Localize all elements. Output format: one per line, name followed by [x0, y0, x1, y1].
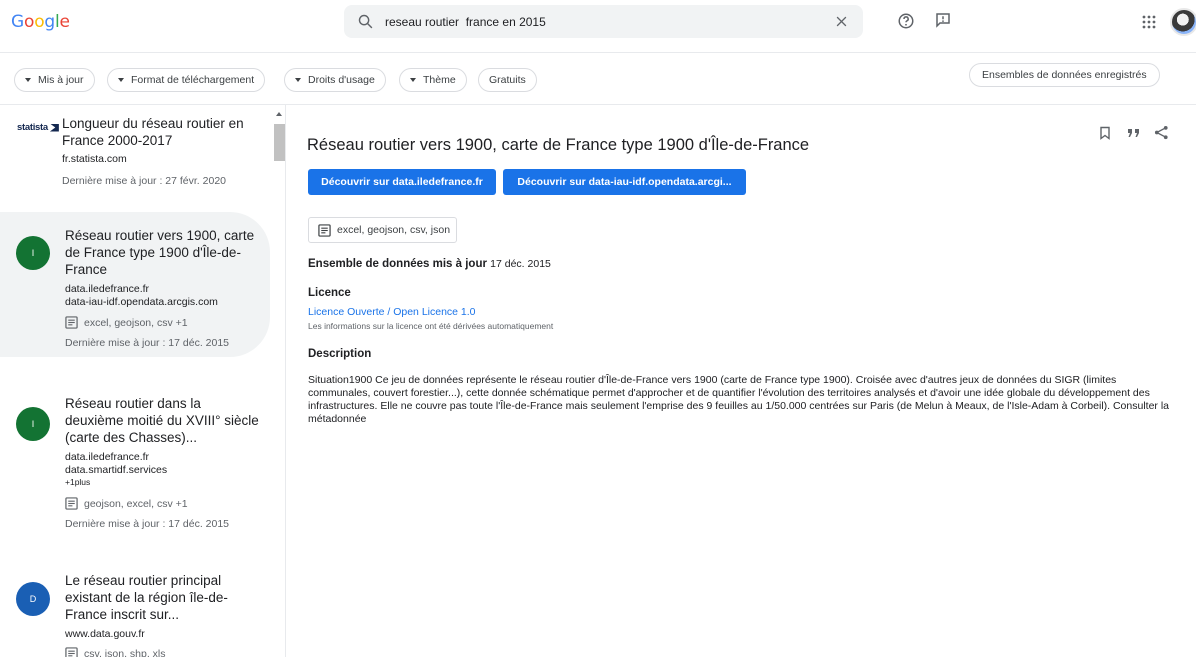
- result-title-line: Longueur du réseau routier en: [62, 116, 244, 131]
- google-logo[interactable]: Google: [11, 12, 70, 32]
- scroll-up-arrow-icon[interactable]: [276, 112, 282, 116]
- result-title: Le réseau routier principal existant de …: [65, 572, 228, 623]
- result-source: fr.statista.com: [62, 153, 127, 165]
- result-title-line: France inscrit sur...: [65, 607, 180, 622]
- avatar[interactable]: [1170, 8, 1196, 36]
- result-item[interactable]: statista Longueur du réseau routier en F…: [0, 105, 270, 209]
- logo-letter: g: [44, 12, 55, 32]
- cite-quote-icon[interactable]: [1127, 127, 1141, 139]
- bookmark-icon[interactable]: [1098, 126, 1112, 140]
- result-title-line: de France type 1900 d'Île-de-: [65, 245, 241, 260]
- result-source: www.data.gouv.fr: [65, 628, 145, 640]
- chip-label: Mis à jour: [38, 74, 84, 86]
- result-formats-text: excel, geojson, csv +1: [84, 316, 188, 329]
- result-title: Réseau routier dans la deuxième moitié d…: [65, 395, 259, 446]
- updated-section: Ensemble de données mis à jour 17 déc. 2…: [308, 258, 551, 270]
- search-box[interactable]: [344, 5, 863, 38]
- result-formats-text: geojson, excel, csv +1: [84, 497, 188, 510]
- caret-down-icon: [410, 78, 416, 82]
- chip-label: Droits d'usage: [308, 74, 375, 86]
- close-icon[interactable]: [834, 14, 849, 29]
- feedback-icon[interactable]: [934, 11, 952, 29]
- description-heading: Description: [308, 348, 372, 360]
- apps-grid-icon[interactable]: [1142, 15, 1156, 29]
- licence-link[interactable]: Licence Ouverte / Open Licence 1.0: [308, 306, 476, 318]
- result-formats: excel, geojson, csv +1: [65, 316, 188, 329]
- saved-datasets-button[interactable]: Ensembles de données enregistrés: [969, 63, 1160, 87]
- chip-label: Thème: [423, 74, 456, 86]
- formats-box: excel, geojson, csv, json: [308, 217, 457, 243]
- chip-label: Gratuits: [489, 74, 526, 86]
- document-icon: [65, 647, 78, 657]
- saved-datasets-label: Ensembles de données enregistrés: [982, 69, 1147, 81]
- filter-chip-free[interactable]: Gratuits: [478, 68, 537, 92]
- result-title: Réseau routier vers 1900, carte de Franc…: [65, 227, 254, 278]
- scroll-thumb[interactable]: [274, 124, 285, 161]
- logo-letter: G: [11, 12, 24, 32]
- discover-arcgis-button[interactable]: Découvrir sur data-iau-idf.opendata.arcg…: [503, 169, 746, 195]
- statista-logo-text: statista: [17, 122, 48, 133]
- result-source: data.iledefrance.fr: [65, 451, 150, 463]
- result-source: data.smartidf.services: [65, 464, 168, 476]
- search-input[interactable]: [385, 5, 815, 38]
- result-more-sources: +1plus: [65, 477, 91, 487]
- logo-letter: o: [23, 12, 35, 32]
- filter-chip-rights[interactable]: Droits d'usage: [284, 68, 386, 92]
- caret-down-icon: [25, 78, 31, 82]
- source-badge: I: [16, 407, 50, 441]
- logo-letter: o: [34, 12, 45, 32]
- formats-text: excel, geojson, csv, json: [337, 224, 451, 236]
- result-title-line: (carte des Chasses)...: [65, 430, 198, 445]
- results-scrollbar[interactable]: [274, 108, 285, 657]
- filter-chip-theme[interactable]: Thème: [399, 68, 467, 92]
- result-source: data-iau-idf.opendata.arcgis.com: [65, 296, 218, 308]
- chip-label: Format de téléchargement: [131, 74, 255, 86]
- caret-down-icon: [295, 78, 301, 82]
- filter-chip-format[interactable]: Format de téléchargement: [107, 68, 266, 92]
- result-item[interactable]: I Réseau routier dans la deuxième moitié…: [0, 385, 270, 545]
- licence-note: Les informations sur la licence ont été …: [308, 321, 554, 331]
- document-icon: [65, 316, 78, 329]
- updated-label: Ensemble de données mis à jour: [308, 258, 487, 270]
- licence-heading: Licence: [308, 287, 351, 299]
- result-title-line: Réseau routier dans la: [65, 396, 201, 411]
- dataset-title: Réseau routier vers 1900, carte de Franc…: [307, 136, 810, 154]
- help-icon[interactable]: [897, 12, 915, 30]
- statista-logo: statista: [17, 122, 59, 133]
- divider: [0, 52, 1196, 53]
- result-item[interactable]: D Le réseau routier principal existant d…: [0, 565, 270, 657]
- results-list: statista Longueur du réseau routier en F…: [0, 105, 286, 657]
- discover-iledefrance-button[interactable]: Découvrir sur data.iledefrance.fr: [308, 169, 496, 195]
- result-formats: csv, json, shp, xls: [65, 647, 166, 657]
- result-updated: Dernière mise à jour : 17 déc. 2015: [65, 337, 230, 349]
- search-icon[interactable]: [357, 13, 374, 30]
- result-source: data.iledefrance.fr: [65, 283, 150, 295]
- source-badge: D: [16, 582, 50, 616]
- result-formats-text: csv, json, shp, xls: [84, 647, 166, 657]
- description-text: Situation1900 Ce jeu de données représen…: [308, 374, 1170, 425]
- caret-down-icon: [118, 78, 124, 82]
- result-title-line: France 2000-2017: [62, 133, 173, 148]
- statista-mark-icon: [49, 123, 59, 132]
- result-title-line: Réseau routier vers 1900, carte: [65, 228, 255, 243]
- result-item-selected[interactable]: I Réseau routier vers 1900, carte de Fra…: [0, 212, 270, 357]
- filter-chip-updated[interactable]: Mis à jour: [14, 68, 95, 92]
- share-icon[interactable]: [1154, 125, 1169, 140]
- result-updated: Dernière mise à jour : 17 déc. 2015: [65, 518, 230, 530]
- updated-date: 17 déc. 2015: [490, 258, 551, 270]
- result-title-line: Le réseau routier principal: [65, 573, 222, 588]
- header: Google: [0, 0, 1196, 46]
- result-title: Longueur du réseau routier en France 200…: [62, 115, 244, 149]
- result-title-line: France: [65, 262, 108, 277]
- logo-letter: e: [59, 12, 70, 32]
- result-updated: Dernière mise à jour : 27 févr. 2020: [62, 175, 227, 187]
- result-title-line: existant de la région île-de-: [65, 590, 228, 605]
- result-title-line: deuxième moitié du XVIII° siècle: [65, 413, 259, 428]
- document-icon: [65, 497, 78, 510]
- source-badge: I: [16, 236, 50, 270]
- result-formats: geojson, excel, csv +1: [65, 497, 188, 510]
- document-icon: [318, 223, 331, 237]
